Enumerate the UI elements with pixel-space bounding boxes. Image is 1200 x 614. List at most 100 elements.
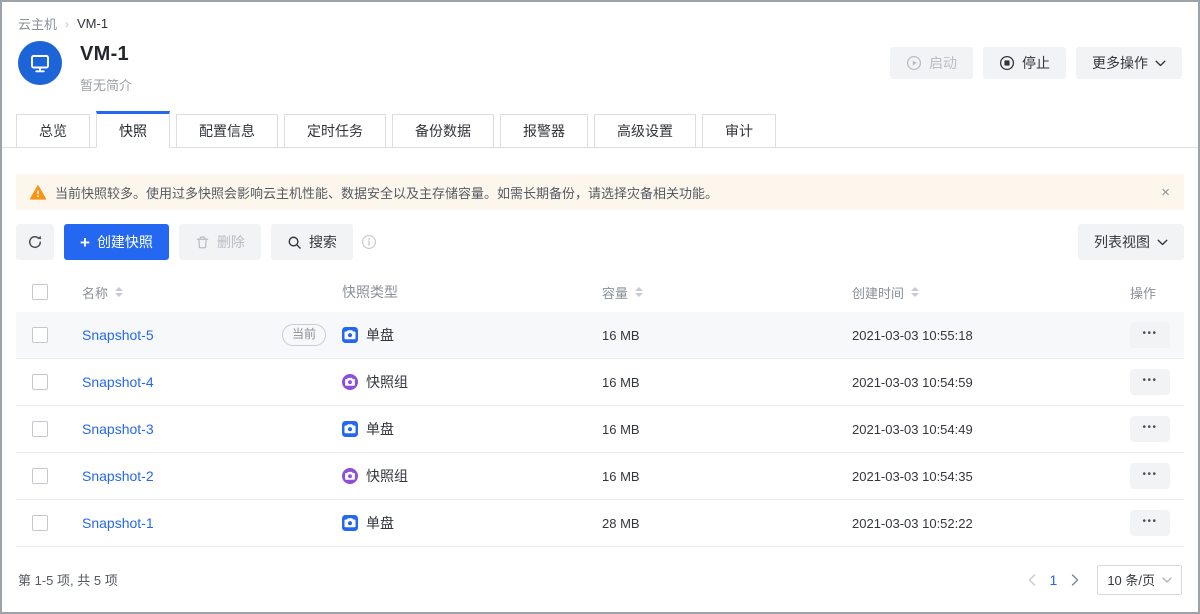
create-snapshot-button[interactable]: + 创建快照	[64, 224, 169, 260]
row-actions-button[interactable]: •••	[1130, 369, 1170, 395]
search-icon	[287, 235, 302, 250]
search-button[interactable]: 搜索	[271, 224, 353, 260]
tab-overview-label: 总览	[39, 121, 67, 141]
snapshot-table: 名称 快照类型 容量 创建时间 操作	[16, 272, 1184, 547]
start-vm-button[interactable]: 启动	[890, 47, 973, 79]
row-checkbox[interactable]	[32, 515, 48, 531]
monitor-icon	[28, 51, 52, 75]
select-all-checkbox[interactable]	[32, 284, 48, 300]
table-row: Snapshot-1 单盘 28 MB 2021-03-03 10:52:22 …	[16, 500, 1184, 547]
page-size-select[interactable]: 10 条/页	[1097, 565, 1182, 595]
banner-close-icon[interactable]: ×	[1161, 185, 1170, 200]
snapshot-created-time: 2021-03-03 10:55:18	[852, 328, 973, 343]
snapshot-created-time: 2021-03-03 10:54:59	[852, 375, 973, 390]
row-actions-button[interactable]: •••	[1130, 416, 1170, 442]
snapshot-name-link[interactable]: Snapshot-5	[82, 327, 154, 343]
more-actions-label: 更多操作	[1092, 53, 1148, 73]
snapshot-name-link[interactable]: Snapshot-3	[82, 421, 154, 437]
info-icon[interactable]	[361, 234, 377, 250]
next-page-icon[interactable]	[1071, 574, 1079, 586]
breadcrumb: 云主机 › VM-1	[2, 2, 1198, 33]
tab-backup-data[interactable]: 备份数据	[392, 114, 494, 148]
search-label: 搜索	[309, 232, 337, 252]
table-row: Snapshot-3 单盘 16 MB 2021-03-03 10:54:49 …	[16, 406, 1184, 453]
breadcrumb-separator-icon: ›	[65, 17, 69, 31]
sort-icon[interactable]	[635, 287, 643, 297]
snapshot-warning-banner: 当前快照较多。使用过多快照会影响云主机性能、数据安全以及主存储容量。如需长期备份…	[16, 174, 1184, 210]
tab-config-info-label: 配置信息	[199, 121, 255, 141]
banner-message: 当前快照较多。使用过多快照会影响云主机性能、数据安全以及主存储容量。如需长期备份…	[55, 183, 718, 202]
tab-advanced-settings[interactable]: 高级设置	[594, 114, 696, 148]
table-header-row: 名称 快照类型 容量 创建时间 操作	[16, 272, 1184, 312]
snapshot-group-icon	[342, 374, 358, 390]
items-summary: 第 1-5 项, 共 5 项	[18, 570, 118, 589]
row-checkbox[interactable]	[32, 374, 48, 390]
snapshot-type-label: 快照组	[366, 466, 408, 486]
tab-alarms[interactable]: 报警器	[500, 114, 588, 148]
row-checkbox[interactable]	[32, 421, 48, 437]
pagination: 1 10 条/页	[1028, 565, 1182, 595]
tab-scheduled-tasks[interactable]: 定时任务	[284, 114, 386, 148]
chevron-down-icon	[1155, 60, 1166, 67]
tab-bar: 总览 快照 配置信息 定时任务 备份数据 报警器 高级设置 审计	[2, 114, 1198, 148]
breadcrumb-cloud-host[interactable]: 云主机	[18, 14, 57, 33]
start-vm-label: 启动	[929, 53, 957, 73]
snapshot-name-link[interactable]: Snapshot-1	[82, 515, 154, 531]
tab-snapshot[interactable]: 快照	[96, 111, 170, 148]
sort-icon[interactable]	[115, 287, 123, 297]
table-row: Snapshot-4 快照组 16 MB 2021-03-03 10:54:59…	[16, 359, 1184, 406]
page-number[interactable]: 1	[1050, 572, 1058, 588]
table-row: Snapshot-5 当前 单盘 16 MB 2021-03-03 10:55:…	[16, 312, 1184, 359]
snapshot-created-time: 2021-03-03 10:54:35	[852, 469, 973, 484]
snapshot-size: 16 MB	[602, 328, 640, 343]
table-row: Snapshot-2 快照组 16 MB 2021-03-03 10:54:35…	[16, 453, 1184, 500]
delete-snapshot-label: 删除	[217, 232, 245, 252]
tab-overview[interactable]: 总览	[16, 114, 90, 148]
create-snapshot-label: 创建快照	[97, 232, 153, 252]
row-actions-button[interactable]: •••	[1130, 510, 1170, 536]
snapshot-toolbar: + 创建快照 删除 搜索	[16, 224, 1184, 260]
row-actions-button[interactable]: •••	[1130, 322, 1170, 348]
view-mode-dropdown[interactable]: 列表视图	[1078, 224, 1184, 260]
play-circle-icon	[906, 55, 922, 71]
row-checkbox[interactable]	[32, 468, 48, 484]
chevron-down-icon	[1162, 577, 1172, 583]
vm-detail-page: 云主机 › VM-1 VM-1 暂无简介	[0, 0, 1200, 614]
tab-alarms-label: 报警器	[523, 121, 565, 141]
row-checkbox[interactable]	[32, 327, 48, 343]
column-header-actions: 操作	[1130, 283, 1156, 302]
tab-advanced-settings-label: 高级设置	[617, 121, 673, 141]
chevron-down-icon	[1157, 239, 1168, 246]
prev-page-icon[interactable]	[1028, 574, 1036, 586]
snapshot-created-time: 2021-03-03 10:54:49	[852, 422, 973, 437]
snapshot-type-label: 单盘	[366, 325, 394, 345]
tab-audit-label: 审计	[725, 121, 753, 141]
snapshot-type-label: 快照组	[366, 372, 408, 392]
snapshot-size: 16 MB	[602, 422, 640, 437]
row-actions-button[interactable]: •••	[1130, 463, 1170, 489]
snapshot-name-link[interactable]: Snapshot-2	[82, 468, 154, 484]
refresh-button[interactable]	[16, 224, 54, 260]
stop-circle-icon	[999, 55, 1015, 71]
plus-icon: +	[80, 234, 90, 251]
single-disk-snapshot-icon	[342, 421, 358, 437]
current-badge: 当前	[282, 324, 326, 346]
tab-config-info[interactable]: 配置信息	[176, 114, 278, 148]
column-header-size: 容量	[602, 283, 628, 302]
sort-icon[interactable]	[911, 287, 919, 297]
tab-scheduled-tasks-label: 定时任务	[307, 121, 363, 141]
page-title: VM-1	[80, 43, 132, 66]
tab-audit[interactable]: 审计	[702, 114, 776, 148]
tab-backup-data-label: 备份数据	[415, 121, 471, 141]
more-actions-button[interactable]: 更多操作	[1076, 47, 1182, 79]
stop-vm-button[interactable]: 停止	[983, 47, 1066, 79]
snapshot-type-label: 单盘	[366, 513, 394, 533]
delete-snapshot-button[interactable]: 删除	[179, 224, 261, 260]
snapshot-name-link[interactable]: Snapshot-4	[82, 374, 154, 390]
snapshot-size: 28 MB	[602, 516, 640, 531]
snapshot-type-label: 单盘	[366, 419, 394, 439]
page-header: VM-1 暂无简介 启动 停止	[2, 33, 1198, 94]
refresh-icon	[27, 234, 43, 250]
warning-triangle-icon	[30, 185, 46, 200]
page-subtitle: 暂无简介	[80, 75, 132, 94]
